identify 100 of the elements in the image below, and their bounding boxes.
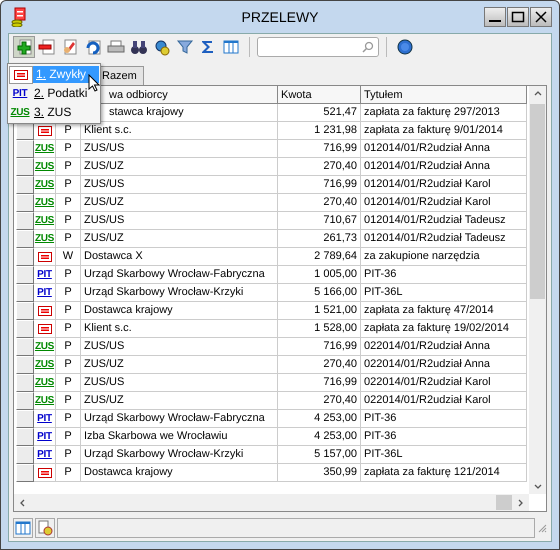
menu-item[interactable]: PIT 2. Podatki xyxy=(9,84,99,103)
table-cell: Klient s.c. xyxy=(81,320,278,338)
columns-icon xyxy=(222,38,240,56)
row-selector[interactable] xyxy=(16,446,34,464)
row-selector[interactable] xyxy=(16,266,34,284)
document-icon xyxy=(38,306,52,316)
table-cell: Urząd Skarbowy Wrocław-Fabryczna xyxy=(81,410,278,428)
table-cell: ZUS/US xyxy=(81,140,278,158)
add-button[interactable] xyxy=(13,36,35,58)
column-header[interactable]: Tytułem xyxy=(361,86,527,104)
table-cell: 012014/01/R2udział Anna xyxy=(361,140,527,158)
table-cell: ZUS/UZ xyxy=(81,356,278,374)
table-cell: PIT-36L xyxy=(361,446,527,464)
table-cell: Urząd Skarbowy Wrocław-Fabryczna xyxy=(81,266,278,284)
table-cell: ZUS/UZ xyxy=(81,392,278,410)
menu-label: 3. ZUS xyxy=(33,104,72,121)
table-cell: 1 528,00 xyxy=(278,320,361,338)
table-cell: ZUS/US xyxy=(81,212,278,230)
scrollbar-thumb[interactable] xyxy=(496,495,512,510)
row-selector[interactable] xyxy=(16,176,34,194)
row-selector[interactable] xyxy=(16,464,34,482)
menu-item[interactable]: ZUS 3. ZUS xyxy=(9,103,99,122)
minimize-button[interactable] xyxy=(484,7,506,27)
table-cell: Dostawca X xyxy=(81,248,278,266)
table-cell: Urząd Skarbowy Wrocław-Krzyki xyxy=(81,284,278,302)
table-cell: 710,67 xyxy=(278,212,361,230)
table-cell: 261,73 xyxy=(278,230,361,248)
status-letter: P xyxy=(64,322,72,334)
document-icon xyxy=(38,252,52,262)
row-selector[interactable] xyxy=(16,410,34,428)
table-cell: 012014/01/R2udział Anna xyxy=(361,158,527,176)
horizontal-scrollbar[interactable] xyxy=(14,494,529,511)
binoculars-icon xyxy=(130,38,148,56)
table-cell: zapłata za fakturę 19/02/2014 xyxy=(361,320,527,338)
table-cell: 012014/01/R2udział Tadeusz xyxy=(361,212,527,230)
status-letter: P xyxy=(64,466,72,478)
search-icon xyxy=(362,41,374,53)
table-cell: ZUS/US xyxy=(81,374,278,392)
row-selector[interactable] xyxy=(16,302,34,320)
vertical-scrollbar[interactable] xyxy=(529,86,546,494)
zus-label: ZUS xyxy=(34,394,54,406)
document-icon xyxy=(38,126,52,136)
window-title: PRZELEWY xyxy=(242,9,318,25)
pit-label: PIT xyxy=(37,412,52,424)
settings-button[interactable] xyxy=(35,518,55,538)
row-selector[interactable] xyxy=(16,230,34,248)
table-cell: PIT-36 xyxy=(361,428,527,446)
status-letter: W xyxy=(62,250,74,262)
status-letter: P xyxy=(64,412,72,424)
table-cell: 012014/01/R2udział Karol xyxy=(361,176,527,194)
status-letter: P xyxy=(64,448,72,460)
table-cell: 270,40 xyxy=(278,194,361,212)
search-field[interactable] xyxy=(257,37,379,57)
remove-icon xyxy=(38,38,56,56)
pit-label: PIT xyxy=(37,430,52,442)
table-cell: 350,99 xyxy=(278,464,361,482)
scrollbar-thumb[interactable] xyxy=(530,104,545,299)
status-letter: P xyxy=(64,394,72,406)
pit-label: PIT xyxy=(12,88,28,100)
row-selector[interactable] xyxy=(16,140,34,158)
row-selector[interactable] xyxy=(16,158,34,176)
table-cell: PIT-36 xyxy=(361,266,527,284)
table-cell: 270,40 xyxy=(278,356,361,374)
resize-grip-icon[interactable] xyxy=(537,523,547,533)
document-icon xyxy=(38,324,52,334)
column-header[interactable]: Kwota xyxy=(278,86,361,104)
row-selector[interactable] xyxy=(16,194,34,212)
column-header[interactable]: wa odbiorcy xyxy=(109,89,168,101)
close-button[interactable] xyxy=(530,7,552,27)
status-letter: P xyxy=(64,358,72,370)
table-cell: 4 253,00 xyxy=(278,428,361,446)
row-selector[interactable] xyxy=(16,428,34,446)
row-selector[interactable] xyxy=(16,356,34,374)
row-selector[interactable] xyxy=(16,392,34,410)
row-selector[interactable] xyxy=(16,248,34,266)
row-selector[interactable] xyxy=(16,284,34,302)
pit-label: PIT xyxy=(37,286,52,298)
minimize-icon xyxy=(489,20,501,22)
table-cell: ZUS/UZ xyxy=(81,230,278,248)
zus-label: ZUS xyxy=(10,106,30,118)
row-selector[interactable] xyxy=(16,338,34,356)
menu-label: 2. Podatki xyxy=(33,85,88,102)
table-cell: PIT-36L xyxy=(361,284,527,302)
columns-button[interactable] xyxy=(13,518,33,538)
pit-label: PIT xyxy=(37,268,52,280)
table-cell: 5 166,00 xyxy=(278,284,361,302)
maximize-button[interactable] xyxy=(507,7,529,27)
add-icon xyxy=(15,38,33,56)
status-letter: P xyxy=(64,178,72,190)
table-cell: ZUS/UZ xyxy=(81,158,278,176)
status-letter: P xyxy=(64,304,72,316)
row-selector[interactable] xyxy=(16,212,34,230)
table-cell: 012014/01/R2udział Karol xyxy=(361,194,527,212)
status-letter: P xyxy=(64,196,72,208)
status-letter: P xyxy=(64,160,72,172)
close-icon xyxy=(534,11,548,23)
table-cell: stawca krajowy xyxy=(109,106,184,118)
table-cell: 716,99 xyxy=(278,176,361,194)
row-selector[interactable] xyxy=(16,320,34,338)
row-selector[interactable] xyxy=(16,374,34,392)
